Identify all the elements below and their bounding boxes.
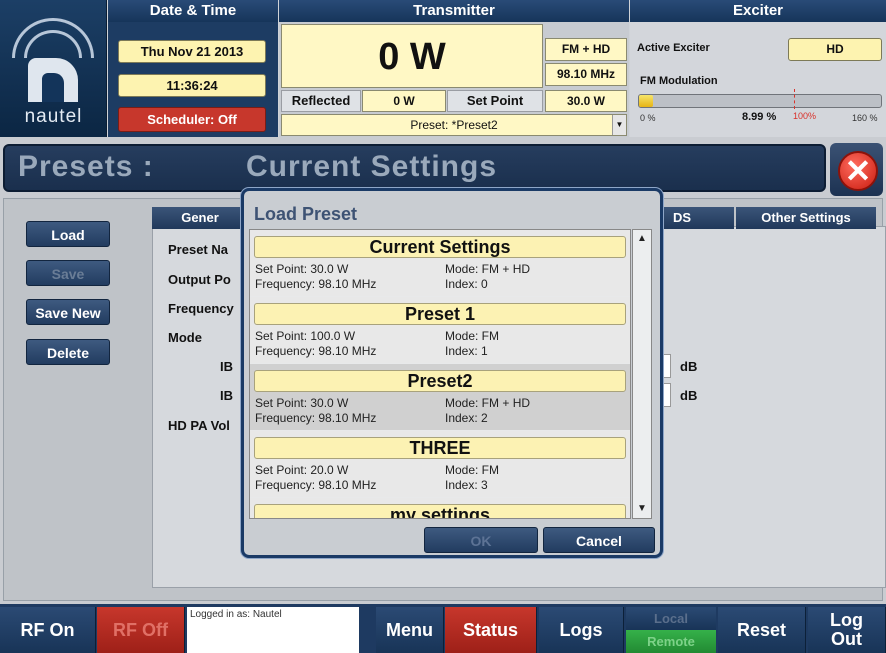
- fm-scale-mid: 100%: [793, 111, 817, 121]
- date-display: Thu Nov 21 2013: [118, 40, 266, 63]
- preset-list-scrollbar[interactable]: ▲ ▼: [632, 229, 652, 519]
- chevron-down-icon: ▼: [612, 115, 626, 135]
- preset-item-name: THREE: [254, 437, 626, 459]
- logo-n-cutout: [42, 73, 64, 102]
- list-item[interactable]: Preset 1 Set Point: 100.0 W Mode: FM Fre…: [250, 297, 630, 363]
- preset-item-frequency: Frequency: 98.10 MHz: [255, 344, 377, 358]
- fm-modulation-label: FM Modulation: [640, 75, 718, 87]
- scroll-down-icon[interactable]: ▼: [633, 500, 651, 518]
- active-exciter-label: Active Exciter: [637, 42, 710, 54]
- fm-modulation-fill: [639, 95, 653, 107]
- time-display: 11:36:24: [118, 74, 266, 97]
- output-power-label: Output Po: [168, 272, 231, 287]
- set-point-label: Set Point: [447, 90, 543, 112]
- exciter-heading: Exciter: [630, 0, 886, 22]
- log-out-button[interactable]: Log Out: [808, 607, 886, 653]
- preset-item-mode: Mode: FM: [445, 329, 500, 343]
- local-button[interactable]: Local: [626, 607, 716, 630]
- frequency-label: Frequency: [168, 301, 234, 316]
- tab-other-settings[interactable]: Other Settings: [736, 207, 876, 229]
- status-button[interactable]: Status: [445, 607, 537, 653]
- preset-item-index: Index: 3: [445, 478, 488, 492]
- log-out-label-line2: Out: [831, 629, 862, 649]
- rf-off-button[interactable]: RF Off: [97, 607, 185, 653]
- log-out-label-line1: Log: [830, 610, 863, 630]
- preset-name-label: Preset Na: [168, 242, 228, 257]
- transmitter-mode: FM + HD: [545, 38, 627, 61]
- fm-scale-min: 0 %: [640, 113, 656, 123]
- scheduler-button[interactable]: Scheduler: Off: [118, 107, 266, 132]
- active-exciter-value: HD: [788, 38, 882, 61]
- preset-dropdown[interactable]: Preset: *Preset2 ▼: [281, 114, 627, 136]
- reset-button[interactable]: Reset: [718, 607, 806, 653]
- logs-button[interactable]: Logs: [539, 607, 624, 653]
- preset-item-frequency: Frequency: 98.10 MHz: [255, 277, 377, 291]
- list-item-selected[interactable]: Preset2 Set Point: 30.0 W Mode: FM + HD …: [250, 364, 630, 430]
- mode-label: Mode: [168, 330, 202, 345]
- load-button[interactable]: Load: [26, 221, 110, 247]
- logged-in-status: Logged in as: Nautel: [187, 607, 359, 653]
- cancel-button[interactable]: Cancel: [543, 527, 655, 553]
- menu-button[interactable]: Menu: [376, 607, 444, 653]
- logo-text: nautel: [24, 106, 83, 127]
- db-unit-2: dB: [680, 388, 698, 403]
- preset-item-index: Index: 0: [445, 277, 488, 291]
- preset-item-mode: Mode: FM: [445, 463, 500, 477]
- preset-item-set-point: Set Point: 100.0 W: [255, 329, 356, 343]
- preset-item-name: Current Settings: [254, 236, 626, 258]
- page-title-section: Presets :: [18, 150, 154, 183]
- fm-scale-max: 160 %: [852, 113, 878, 123]
- list-item[interactable]: my settings: [250, 498, 630, 518]
- transmitter-heading: Transmitter: [279, 0, 629, 22]
- preset-item-name: my settings: [254, 504, 626, 518]
- preset-item-name: Preset2: [254, 370, 626, 392]
- date-time-heading: Date & Time: [108, 0, 278, 22]
- transmitter-frequency: 98.10 MHz: [545, 63, 627, 86]
- delete-button[interactable]: Delete: [26, 339, 110, 365]
- close-icon[interactable]: ✕: [838, 151, 878, 191]
- preset-item-mode: Mode: FM + HD: [445, 396, 531, 410]
- scroll-up-icon[interactable]: ▲: [633, 230, 651, 248]
- hd-pa-voltage-label: HD PA Vol: [168, 418, 230, 433]
- list-item[interactable]: Current Settings Set Point: 30.0 W Mode:…: [250, 230, 630, 296]
- fm-modulation-bar: [638, 89, 882, 109]
- preset-item-set-point: Set Point: 30.0 W: [255, 396, 349, 410]
- preset-item-set-point: Set Point: 20.0 W: [255, 463, 349, 477]
- remote-button[interactable]: Remote: [626, 630, 716, 653]
- db-unit-1: dB: [680, 359, 698, 374]
- rf-on-button[interactable]: RF On: [0, 607, 96, 653]
- page-title: Current Settings: [246, 150, 498, 183]
- preset-item-mode: Mode: FM + HD: [445, 262, 531, 276]
- ibo-label-2: IB: [220, 388, 233, 403]
- preset-item-name: Preset 1: [254, 303, 626, 325]
- ibo-label-1: IB: [220, 359, 233, 374]
- set-point-value: 30.0 W: [545, 90, 627, 112]
- forward-power-display: 0 W: [281, 24, 543, 88]
- preset-item-index: Index: 1: [445, 344, 488, 358]
- ok-button: OK: [424, 527, 538, 553]
- preset-item-frequency: Frequency: 98.10 MHz: [255, 478, 377, 492]
- list-item[interactable]: THREE Set Point: 20.0 W Mode: FM Frequen…: [250, 431, 630, 497]
- preset-item-set-point: Set Point: 30.0 W: [255, 262, 349, 276]
- preset-item-index: Index: 2: [445, 411, 488, 425]
- preset-dropdown-value: Preset: *Preset2: [410, 118, 498, 132]
- fm-modulation-100-marker: [794, 89, 795, 109]
- reflected-label: Reflected: [281, 90, 361, 112]
- tab-general[interactable]: Gener: [152, 207, 248, 229]
- preset-item-frequency: Frequency: 98.10 MHz: [255, 411, 377, 425]
- dialog-title: Load Preset: [254, 204, 358, 224]
- save-button: Save: [26, 260, 110, 286]
- reflected-value: 0 W: [362, 90, 446, 112]
- fm-modulation-value: 8.99 %: [742, 111, 777, 123]
- save-new-button[interactable]: Save New: [26, 299, 110, 325]
- preset-list[interactable]: Current Settings Set Point: 30.0 W Mode:…: [249, 229, 631, 519]
